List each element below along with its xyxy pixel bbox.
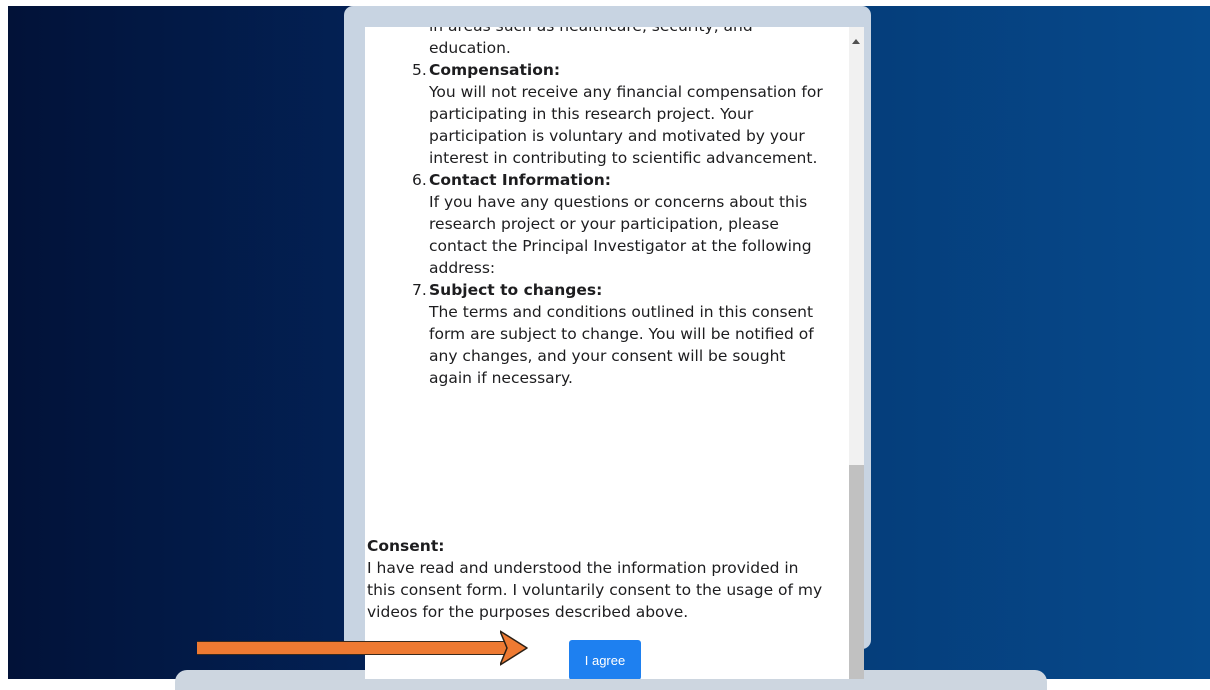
list-item-title: Compensation: xyxy=(429,61,561,79)
list-item-body: The terms and conditions outlined in thi… xyxy=(429,303,814,387)
list-item-number: 7. xyxy=(412,281,427,299)
consent-title: Consent: xyxy=(367,537,445,555)
right-arrow-icon xyxy=(500,630,528,666)
list-item-compensation: 5. Compensation: You will not receive an… xyxy=(365,59,825,169)
list-item-subject-to-changes: 7. Subject to changes: The terms and con… xyxy=(365,279,825,389)
partial-item-top: in areas such as healthcare, security, a… xyxy=(429,27,825,37)
scrollbar-thumb[interactable] xyxy=(849,465,864,679)
list-item-body: If you have any questions or concerns ab… xyxy=(429,193,812,277)
consent-scroll-area[interactable]: in areas such as healthcare, security, a… xyxy=(365,27,849,679)
consent-content: in areas such as healthcare, security, a… xyxy=(365,27,825,389)
partial-item: in areas such as healthcare, security, a… xyxy=(365,27,825,59)
list-item-body: You will not receive any financial compe… xyxy=(429,83,823,167)
consent-statement: Consent: I have read and understood the … xyxy=(367,535,827,623)
list-item-title: Subject to changes: xyxy=(429,281,603,299)
list-item-number: 5. xyxy=(412,61,427,79)
list-item-contact-information: 6. Contact Information: If you have any … xyxy=(365,169,825,279)
vertical-scrollbar[interactable] xyxy=(849,27,864,679)
consent-text: I have read and understood the informati… xyxy=(367,559,823,621)
list-item-title: Contact Information: xyxy=(429,171,611,189)
scroll-up-icon[interactable] xyxy=(852,39,860,44)
partial-item-tail: education. xyxy=(429,39,511,57)
agree-button[interactable]: I agree xyxy=(569,640,641,679)
list-item-number: 6. xyxy=(412,171,427,189)
annotation-arrow-shaft xyxy=(197,641,513,655)
